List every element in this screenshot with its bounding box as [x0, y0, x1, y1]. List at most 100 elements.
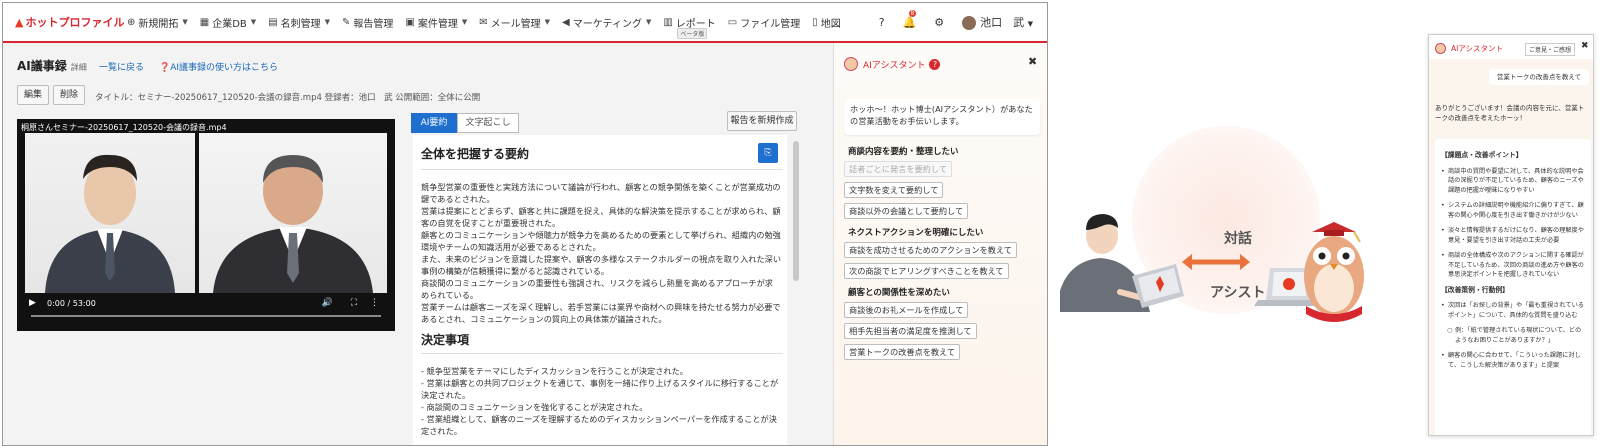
chevron-down-icon: ▼: [324, 18, 331, 26]
suggestion-button[interactable]: 営業トークの改善点を教えて: [844, 344, 961, 360]
dialogue-illustration: 対話 アシスト: [1060, 30, 1390, 420]
question-icon: ❓: [159, 63, 171, 73]
video-player[interactable]: 桐原さんセミナー-20250617_120520-会議の録音.mp4 ▶ 0:0…: [17, 119, 395, 331]
summary-line: - 営業組織として、顧客のニーズを理解するためのディスカッションペーパーを作成す…: [421, 414, 777, 436]
summary-line: - 競争型営業をテーマにしたディスカッションを行うことが決定された。: [421, 366, 688, 376]
more-vert-icon[interactable]: ⋮: [370, 298, 379, 308]
delete-button[interactable]: 削除: [53, 85, 85, 105]
help-link-text: AI議事録の使い方はこちら: [170, 63, 279, 73]
video-time: 0:00 / 53:00: [47, 299, 96, 308]
top-navigation: ▲ ホットプロファイル ⊕ 新規開拓 ▼ ▦ 企業DB ▼ ▤ 名刺管理 ▼ ✎ 報告管理 ▣ 案件管理…: [3, 3, 1047, 41]
nav-item-label: ファイル管理: [740, 18, 801, 30]
nav-item-4[interactable]: ▣ 案件管理 ▼: [405, 15, 467, 30]
tab-transcript[interactable]: 文字起こし: [457, 113, 519, 133]
nav-item-label: メール管理: [490, 18, 541, 30]
answer-point: 次回は「お探しの背景」や「最も重視されているポイント」について、具体的な質問を盛…: [1441, 301, 1585, 320]
talk-label: 対話: [1224, 231, 1252, 247]
folder-icon: ▭: [727, 16, 738, 28]
user-message: 営業トークの改善点を教えて: [1489, 69, 1589, 85]
record-meta: タイトル：セミナー-20250617_120520-会議の録音.mp4 登録者：…: [95, 93, 481, 103]
nav-item-8[interactable]: ▭ ファイル管理: [728, 15, 800, 30]
user-menu[interactable]: 池口 武 ▼: [962, 14, 1033, 30]
nav-item-1[interactable]: ▦ 企業DB ▼: [200, 15, 256, 30]
assist-label: アシスト: [1210, 285, 1266, 301]
bot-answer: 【課題点・改善ポイント】 商談中の質問や要望に対して、具体的な説明や会話の深掘り…: [1435, 139, 1591, 435]
chart-icon: ▥: [663, 16, 673, 28]
back-link[interactable]: 一覧に戻る: [99, 60, 144, 73]
nav-item-label: マーケティング: [572, 18, 642, 30]
video-progress-bar[interactable]: [31, 315, 381, 317]
summary-line: 顧客とのコミュニケーションや傾聴力が競争力を高めるための要素として挙げられ、組織…: [421, 230, 781, 252]
chat-header: AIアシスタント: [1435, 43, 1503, 54]
ai-assistant-panel: AIアシスタント ? ✖ ホッホ〜！ホット博士(AIアシスタント）があなたの営業…: [833, 43, 1047, 445]
assistant-title: AIアシスタント: [863, 60, 926, 71]
user-name: 池口 武: [980, 16, 1025, 29]
close-icon[interactable]: ✖: [1581, 41, 1589, 51]
chevron-down-icon: ▼: [182, 18, 188, 26]
answer-list-1: 商談中の質問や要望に対して、具体的な説明や会話の深掘りが不足しているため、顧客の…: [1441, 167, 1585, 280]
scrollbar[interactable]: [793, 141, 799, 281]
composite-screenshot: ▲ ホットプロファイル ⊕ 新規開拓 ▼ ▦ 企業DB ▼ ▤ 名刺管理 ▼ ✎ 報告管理 ▣ 案件管理…: [0, 0, 1602, 448]
summary-line: 営業チームは顧客ニーズを深く理解し、若手営業には業界や商材への興味を持たせる努力…: [421, 302, 781, 324]
suggestion-button[interactable]: 相手先担当者の満足度を推測して: [844, 323, 977, 339]
tab-ai-summary[interactable]: AI要約: [411, 113, 457, 133]
play-icon[interactable]: ▶: [29, 298, 36, 308]
suggestion-button[interactable]: 商談を成功させるためのアクションを教えて: [844, 242, 1017, 258]
page-title-text: AI議事録: [17, 59, 67, 73]
map-icon: ▯: [812, 16, 818, 28]
summary-line: - 商談間のコミュニケーションを強化することが決定された。: [421, 402, 648, 412]
suggestion-button[interactable]: 話者ごとに発言を要約して: [844, 161, 953, 177]
page-title: AI議事録 詳細: [17, 57, 87, 74]
flame-icon: ▲: [15, 15, 24, 29]
summary-heading: 全体を把握する要約: [421, 147, 530, 161]
nav-item-label: 名刺管理: [280, 18, 321, 30]
suggestion-button[interactable]: 商談後のお礼メールを作成して: [844, 302, 969, 318]
summary-text: 競争型営業の重要性と実践方法について議論が行われ、顧客との競争関係を築くことが営…: [421, 181, 781, 325]
answer-heading-2: 【改善策例・行動例】: [1441, 285, 1509, 294]
bell-icon[interactable]: 🔔 8: [903, 9, 917, 29]
nav-item-7[interactable]: ▥ レポート ベータ版: [663, 15, 716, 39]
fullscreen-icon[interactable]: ⛶: [351, 298, 357, 308]
gear-icon[interactable]: ⚙: [934, 16, 944, 29]
megaphone-icon: ◀: [562, 16, 570, 28]
suggestion-section-title: 顧客との関係性を深めたい: [848, 288, 950, 298]
briefcase-icon: ▣: [405, 16, 415, 28]
logo[interactable]: ▲ ホットプロファイル: [15, 14, 127, 30]
nav-item-0[interactable]: ⊕ 新規開拓 ▼: [127, 15, 188, 30]
nav-item-9[interactable]: ▯ 地図: [812, 15, 841, 30]
chat-body: 営業トークの改善点を教えて ありがとうございます！会議の内容を元に、営業トークの…: [1429, 59, 1593, 435]
help-link[interactable]: ❓AI議事録の使い方はこちら: [159, 60, 278, 73]
nav-item-5[interactable]: ✉ メール管理 ▼: [479, 15, 550, 30]
question-icon[interactable]: ?: [929, 58, 941, 70]
notification-badge: 8: [908, 9, 917, 17]
nav-item-2[interactable]: ▤ 名刺管理 ▼: [268, 15, 330, 30]
decisions-heading: 決定事項: [421, 333, 470, 347]
nav-right: ? 🔔 8 ⚙ 池口 武 ▼: [861, 3, 1033, 41]
nav-item-6[interactable]: ◀ マーケティング ▼: [562, 15, 651, 30]
chevron-down-icon: ▼: [544, 18, 551, 26]
edit-button[interactable]: 編集: [17, 85, 49, 105]
divider: [421, 169, 783, 170]
crosshair-icon: ⊕: [127, 16, 136, 28]
page-title-sub: 詳細: [70, 63, 87, 72]
copy-icon[interactable]: ⎘: [758, 143, 778, 163]
answer-point: システムの詳細説明や機能紹介に偏りすぎて、顧客の関心や関心度を引き出す働きかけが…: [1441, 201, 1585, 220]
help-icon[interactable]: ?: [879, 16, 885, 29]
chat-title: AIアシスタント: [1451, 44, 1504, 53]
nav-menu: ⊕ 新規開拓 ▼ ▦ 企業DB ▼ ▤ 名刺管理 ▼ ✎ 報告管理 ▣ 案件管理 ▼ ✉ メール管理 ▼ ◀ マーケ…: [127, 15, 853, 39]
nav-item-3[interactable]: ✎ 報告管理: [342, 15, 393, 30]
summary-line: 競争型営業の重要性と実践方法について議論が行われ、顧客との競争関係を築くことが営…: [421, 182, 781, 204]
card-icon: ▤: [268, 16, 278, 28]
summary-panel: 全体を把握する要約 ⎘ 競争型営業の重要性と実践方法について議論が行われ、顧客と…: [413, 135, 787, 445]
illustration-art: [1060, 214, 1364, 322]
suggestion-button[interactable]: 文字数を変えて要約して: [844, 182, 944, 198]
suggestion-button[interactable]: 商談以外の会議として要約して: [844, 203, 969, 219]
volume-icon[interactable]: 🔊: [322, 298, 333, 308]
close-icon[interactable]: ✖: [1028, 55, 1037, 68]
summary-line: 営業は提案にとどまらず、顧客と共に課題を捉え、具体的な解決策を提示することが求め…: [421, 206, 781, 228]
speaker-left-image: [25, 133, 195, 293]
create-report-button[interactable]: 報告を新規作成: [727, 111, 797, 131]
video-title: 桐原さんセミナー-20250617_120520-会議の録音.mp4: [21, 123, 227, 132]
suggestion-button[interactable]: 次の商談でヒアリングすべきことを教えて: [844, 263, 1009, 279]
feedback-button[interactable]: ご意見・ご感想: [1525, 43, 1576, 56]
